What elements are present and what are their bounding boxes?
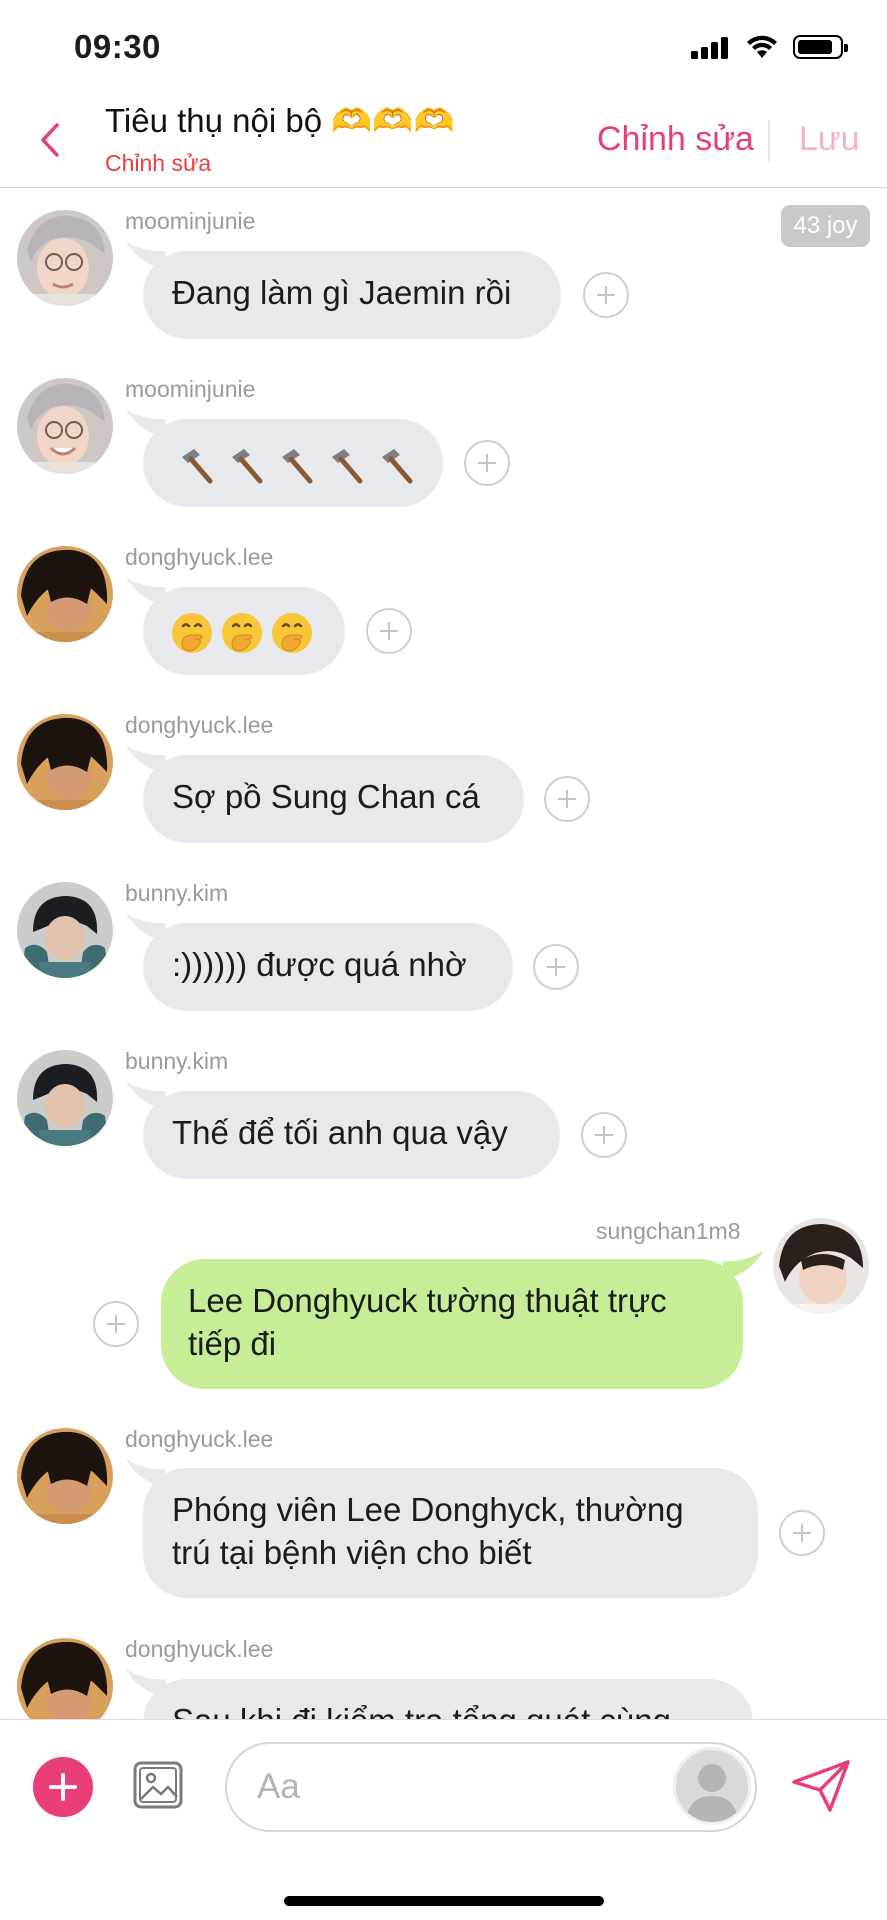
save-button[interactable]: Lưu bbox=[799, 120, 860, 159]
message-bubble[interactable]: :)))))) được quá nhờ bbox=[143, 923, 513, 1011]
add-reaction-button[interactable] bbox=[544, 776, 590, 822]
message-input-box[interactable] bbox=[225, 1742, 757, 1832]
hand-over-mouth-emoji bbox=[270, 611, 314, 655]
message-input[interactable] bbox=[257, 1758, 637, 1816]
send-icon bbox=[792, 1760, 850, 1812]
message-username: bunny.kim bbox=[125, 1048, 229, 1074]
avatar-bunny-kim[interactable] bbox=[17, 882, 113, 978]
header-divider bbox=[768, 120, 770, 162]
message-text-line: tiếp đi bbox=[188, 1325, 277, 1362]
add-reaction-button[interactable] bbox=[366, 608, 412, 654]
chevron-left-icon bbox=[41, 123, 59, 157]
add-reaction-button[interactable] bbox=[533, 944, 579, 990]
composer-bar bbox=[0, 1719, 887, 1920]
status-bar: 09:30 bbox=[0, 0, 887, 96]
add-reaction-button[interactable] bbox=[581, 1112, 627, 1158]
avatar-moominjunie[interactable] bbox=[17, 378, 113, 474]
message-bubble[interactable] bbox=[143, 587, 345, 675]
wifi-icon bbox=[747, 35, 777, 58]
message-bubble[interactable]: Sau khi đi kiểm tra tổng quát cùng bbox=[143, 1679, 753, 1719]
message-text-line: Lee Donghyuck tường thuật trực bbox=[188, 1282, 667, 1319]
message-bubble[interactable]: Sợ pồ Sung Chan cá bbox=[143, 755, 524, 843]
chat-title: Tiêu thụ nội bộ 🫶🫶🫶 bbox=[105, 102, 455, 139]
message-bubble[interactable]: Lee Donghyuck tường thuật trực tiếp đi bbox=[161, 1259, 743, 1389]
avatar-donghyuck-lee[interactable] bbox=[17, 1638, 113, 1719]
home-indicator bbox=[284, 1896, 604, 1906]
plus-icon bbox=[597, 286, 615, 304]
status-time: 09:30 bbox=[74, 28, 161, 65]
avatar-donghyuck-lee[interactable] bbox=[17, 714, 113, 810]
hand-over-mouth-emoji bbox=[170, 611, 214, 655]
message-bubble[interactable] bbox=[143, 419, 443, 507]
plus-icon bbox=[558, 790, 576, 808]
chat-header: Tiêu thụ nội bộ 🫶🫶🫶 Chỉnh sửa Chỉnh sửa … bbox=[0, 96, 887, 188]
chat-subtitle[interactable]: Chỉnh sửa bbox=[105, 150, 211, 177]
plus-icon bbox=[107, 1315, 125, 1333]
hammer-icon bbox=[272, 443, 316, 487]
add-reaction-button[interactable] bbox=[464, 440, 510, 486]
avatar-moominjunie[interactable] bbox=[17, 210, 113, 306]
plus-icon bbox=[380, 622, 398, 640]
message-username: donghyuck.lee bbox=[125, 1426, 274, 1452]
message-username: sungchan1m8 bbox=[596, 1218, 741, 1244]
message-username: donghyuck.lee bbox=[125, 544, 274, 570]
add-reaction-button[interactable] bbox=[779, 1510, 825, 1556]
send-button[interactable] bbox=[790, 1758, 852, 1814]
plus-icon bbox=[49, 1773, 77, 1801]
add-attachment-button[interactable] bbox=[33, 1757, 93, 1817]
message-username: bunny.kim bbox=[125, 880, 229, 906]
avatar-bunny-kim[interactable] bbox=[17, 1050, 113, 1146]
message-username: moominjunie bbox=[125, 208, 256, 234]
status-icons bbox=[691, 34, 848, 60]
message-text: Sau khi đi kiểm tra tổng quát cùng bbox=[172, 1702, 671, 1719]
back-button[interactable] bbox=[30, 118, 70, 162]
message-text: Sợ pồ Sung Chan cá bbox=[172, 778, 480, 815]
hammer-icon bbox=[322, 443, 366, 487]
hammer-icon bbox=[172, 443, 216, 487]
message-bubble[interactable]: Phóng viên Lee Donghyck, thường trú tại … bbox=[143, 1468, 758, 1598]
avatar-sungchan1m8[interactable] bbox=[773, 1218, 869, 1314]
image-icon bbox=[133, 1761, 183, 1809]
message-username: donghyuck.lee bbox=[125, 712, 274, 738]
message-text: :)))))) được quá nhờ bbox=[172, 946, 467, 983]
cellular-signal-icon bbox=[691, 35, 731, 59]
message-bubble[interactable]: Đang làm gì Jaemin rồi bbox=[143, 251, 561, 339]
message-username: moominjunie bbox=[125, 376, 256, 402]
avatar-donghyuck-lee[interactable] bbox=[17, 1428, 113, 1524]
plus-icon bbox=[478, 454, 496, 472]
add-reaction-button[interactable] bbox=[93, 1301, 139, 1347]
hand-over-mouth-emoji bbox=[220, 611, 264, 655]
message-text: Thế để tối anh qua vậy bbox=[172, 1114, 508, 1151]
joy-count-badge: 43 joy bbox=[781, 205, 870, 247]
avatar-donghyuck-lee[interactable] bbox=[17, 546, 113, 642]
edit-button[interactable]: Chỉnh sửa bbox=[597, 120, 754, 159]
hammer-icon bbox=[372, 443, 416, 487]
battery-icon bbox=[793, 35, 848, 59]
plus-icon bbox=[595, 1126, 613, 1144]
message-text: Đang làm gì Jaemin rồi bbox=[172, 274, 512, 311]
message-text-line: Phóng viên Lee Donghyck, thường bbox=[172, 1491, 684, 1528]
message-feed[interactable]: 43 joy moominjunie Đang làm gì Jaemin rồ… bbox=[0, 189, 887, 1719]
hammer-icon bbox=[222, 443, 266, 487]
sticker-avatar-button[interactable] bbox=[673, 1747, 751, 1825]
user-silhouette-icon bbox=[686, 1764, 738, 1822]
message-bubble[interactable]: Thế để tối anh qua vậy bbox=[143, 1091, 560, 1179]
plus-icon bbox=[547, 958, 565, 976]
message-text-line: trú tại bệnh viện cho biết bbox=[172, 1534, 532, 1571]
plus-icon bbox=[793, 1524, 811, 1542]
message-username: donghyuck.lee bbox=[125, 1636, 274, 1662]
gallery-button[interactable] bbox=[131, 1757, 187, 1813]
add-reaction-button[interactable] bbox=[583, 272, 629, 318]
